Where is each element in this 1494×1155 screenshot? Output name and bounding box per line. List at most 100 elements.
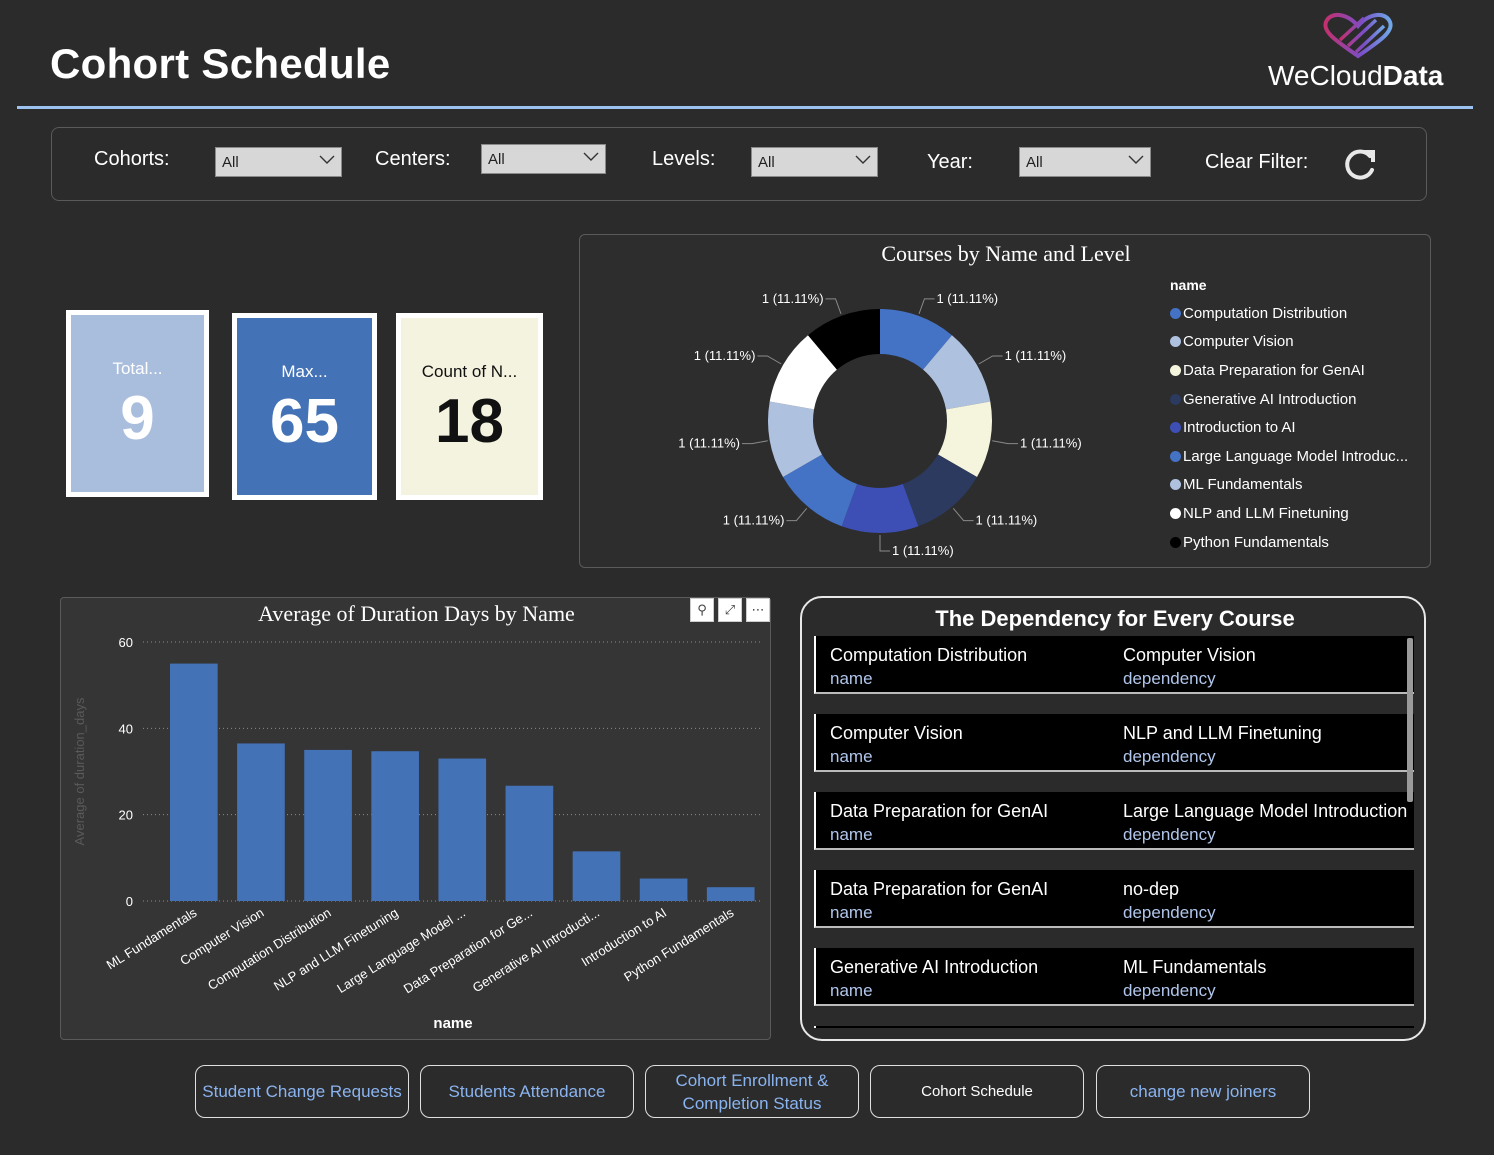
- slice-leader-line: [879, 535, 890, 552]
- year-filter-select[interactable]: All: [1019, 147, 1151, 177]
- kpi-card-count: Count of N... 18: [396, 313, 543, 500]
- nav-button[interactable]: Students Attendance: [420, 1065, 634, 1118]
- name-field-label: name: [830, 747, 873, 766]
- legend-label: Python Fundamentals: [1183, 533, 1329, 551]
- slice-leader-line: [978, 355, 1003, 365]
- logo-text: WeCloudData: [1268, 60, 1443, 92]
- name-field-label: name: [830, 981, 873, 1000]
- course-name: Computer Vision: [830, 723, 963, 743]
- dependency-row[interactable]: Generative AI Introduction name ML Fundame…: [814, 948, 1414, 1006]
- legend-item[interactable]: Computation Distribution: [1170, 299, 1408, 328]
- dependency-field-label: dependency: [1123, 903, 1216, 922]
- nav-button[interactable]: change new joiners: [1096, 1065, 1310, 1118]
- legend-item[interactable]: Introduction to AI: [1170, 413, 1408, 442]
- dependency-name: no-dep: [1123, 879, 1180, 899]
- chevron-down-icon: [319, 155, 335, 164]
- bar[interactable]: [505, 785, 554, 901]
- legend-label: ML Fundamentals: [1183, 476, 1303, 494]
- dependency-title: The Dependency for Every Course: [935, 606, 1295, 631]
- bar-chart: 0204060Average of duration_daysML Fundam…: [72, 635, 761, 1032]
- logo-icon: [1323, 13, 1393, 59]
- chevron-down-icon: [855, 155, 871, 164]
- bar[interactable]: [371, 751, 419, 901]
- bar[interactable]: [706, 887, 755, 901]
- kpi-total-caption: Total...: [112, 359, 163, 378]
- legend-item[interactable]: Computer Vision: [1170, 328, 1408, 357]
- y-tick-label: 20: [119, 808, 133, 823]
- centers-filter-label: Centers:: [375, 148, 451, 170]
- cohorts-filter-value: All: [222, 154, 239, 171]
- legend-label: Introduction to AI: [1183, 419, 1296, 437]
- kpi-max-value: 65: [270, 387, 339, 456]
- kpi-card-max: Max... 65: [232, 313, 377, 500]
- legend-item[interactable]: Python Fundamentals: [1170, 528, 1408, 557]
- centers-filter-select[interactable]: All: [481, 144, 606, 174]
- course-name: Computation Distribution: [830, 645, 1028, 665]
- legend-marker: [1170, 364, 1181, 376]
- dependency-row[interactable]: Data Preparation for GenAI name Large Lang…: [814, 792, 1414, 850]
- cohorts-filter-select[interactable]: All: [215, 147, 342, 177]
- legend-marker: [1170, 307, 1181, 319]
- kpi-max-caption: Max...: [281, 362, 328, 381]
- legend-title: name: [1170, 277, 1207, 293]
- legend-marker: [1170, 536, 1181, 548]
- reset-icon[interactable]: [1340, 146, 1378, 184]
- legend-marker: [1170, 393, 1181, 405]
- year-filter-value: All: [1026, 154, 1043, 171]
- dependency-field-label: dependency: [1123, 981, 1216, 1000]
- legend-marker: [1170, 336, 1181, 348]
- nav-button[interactable]: Cohort Enrollment & Completion Status: [645, 1065, 859, 1118]
- x-tick-label: Generative AI Introducti...: [470, 905, 602, 995]
- legend-item[interactable]: Data Preparation for GenAI: [1170, 356, 1408, 385]
- kpi-count-value: 18: [435, 387, 504, 456]
- bar[interactable]: [572, 851, 621, 901]
- course-name: Data Preparation for GenAI: [830, 801, 1049, 821]
- bar[interactable]: [237, 743, 285, 901]
- slice-leader-line: [918, 298, 935, 315]
- slice-leader-line: [992, 440, 1019, 445]
- x-tick-label: Computation Distribution: [205, 905, 334, 993]
- levels-filter-select[interactable]: All: [751, 147, 878, 177]
- legend-marker: [1170, 450, 1181, 462]
- levels-filter-value: All: [758, 154, 775, 171]
- slice-data-label: 1 (11.11%): [723, 513, 785, 528]
- bar[interactable]: [438, 758, 487, 901]
- legend-label: Large Language Model Introduc...: [1183, 447, 1409, 465]
- nav-button[interactable]: Student Change Requests: [195, 1065, 409, 1118]
- legend-item[interactable]: ML Fundamentals: [1170, 471, 1408, 500]
- dependency-field-label: dependency: [1123, 825, 1216, 844]
- kpi-count-caption: Count of N...: [421, 362, 518, 381]
- dependency-field-label: dependency: [1123, 669, 1216, 688]
- x-tick-label: Data Preparation for Ge...: [401, 905, 535, 997]
- nav-button[interactable]: Cohort Schedule: [870, 1065, 1084, 1118]
- dependency-name: Computer Vision: [1123, 645, 1256, 665]
- clear-filter-label: Clear Filter:: [1205, 151, 1309, 173]
- legend-item[interactable]: Large Language Model Introduc...: [1170, 442, 1408, 471]
- slice-data-label: 1 (11.11%): [694, 348, 756, 363]
- dependency-row[interactable]: Computer Vision name NLP and LLM Finetunin…: [814, 714, 1414, 772]
- slice-data-label: 1 (11.11%): [1020, 436, 1082, 451]
- bar[interactable]: [170, 663, 218, 901]
- x-tick-label: Python Fundamentals: [621, 905, 737, 985]
- legend-marker: [1170, 479, 1181, 491]
- legend-marker: [1170, 422, 1181, 434]
- y-tick-label: 0: [126, 894, 133, 909]
- slice-data-label: 1 (11.11%): [762, 291, 824, 306]
- bar[interactable]: [304, 749, 352, 901]
- cohorts-filter-label: Cohorts:: [94, 148, 170, 170]
- slice-leader-line: [952, 508, 974, 522]
- levels-filter-label: Levels:: [652, 148, 716, 170]
- dependency-row[interactable]: Data Preparation for GenAI name no-dep depe…: [814, 870, 1414, 928]
- name-field-label: name: [830, 825, 873, 844]
- legend-item[interactable]: NLP and LLM Finetuning: [1170, 499, 1408, 528]
- dependency-panel: The Dependency for Every Course Computat…: [800, 596, 1426, 1041]
- y-tick-label: 40: [119, 721, 133, 736]
- slice-leader-line: [757, 355, 782, 365]
- dependency-row[interactable]: Computation Distribution name Computer Vis…: [814, 636, 1414, 694]
- dependency-scrollbar[interactable]: [1407, 638, 1413, 802]
- legend-item[interactable]: Generative AI Introduction: [1170, 385, 1408, 414]
- legend-label: Computation Distribution: [1183, 304, 1348, 322]
- kpi-total-value: 9: [120, 384, 155, 453]
- dependency-field-label: dependency: [1123, 747, 1216, 766]
- bar[interactable]: [639, 878, 688, 901]
